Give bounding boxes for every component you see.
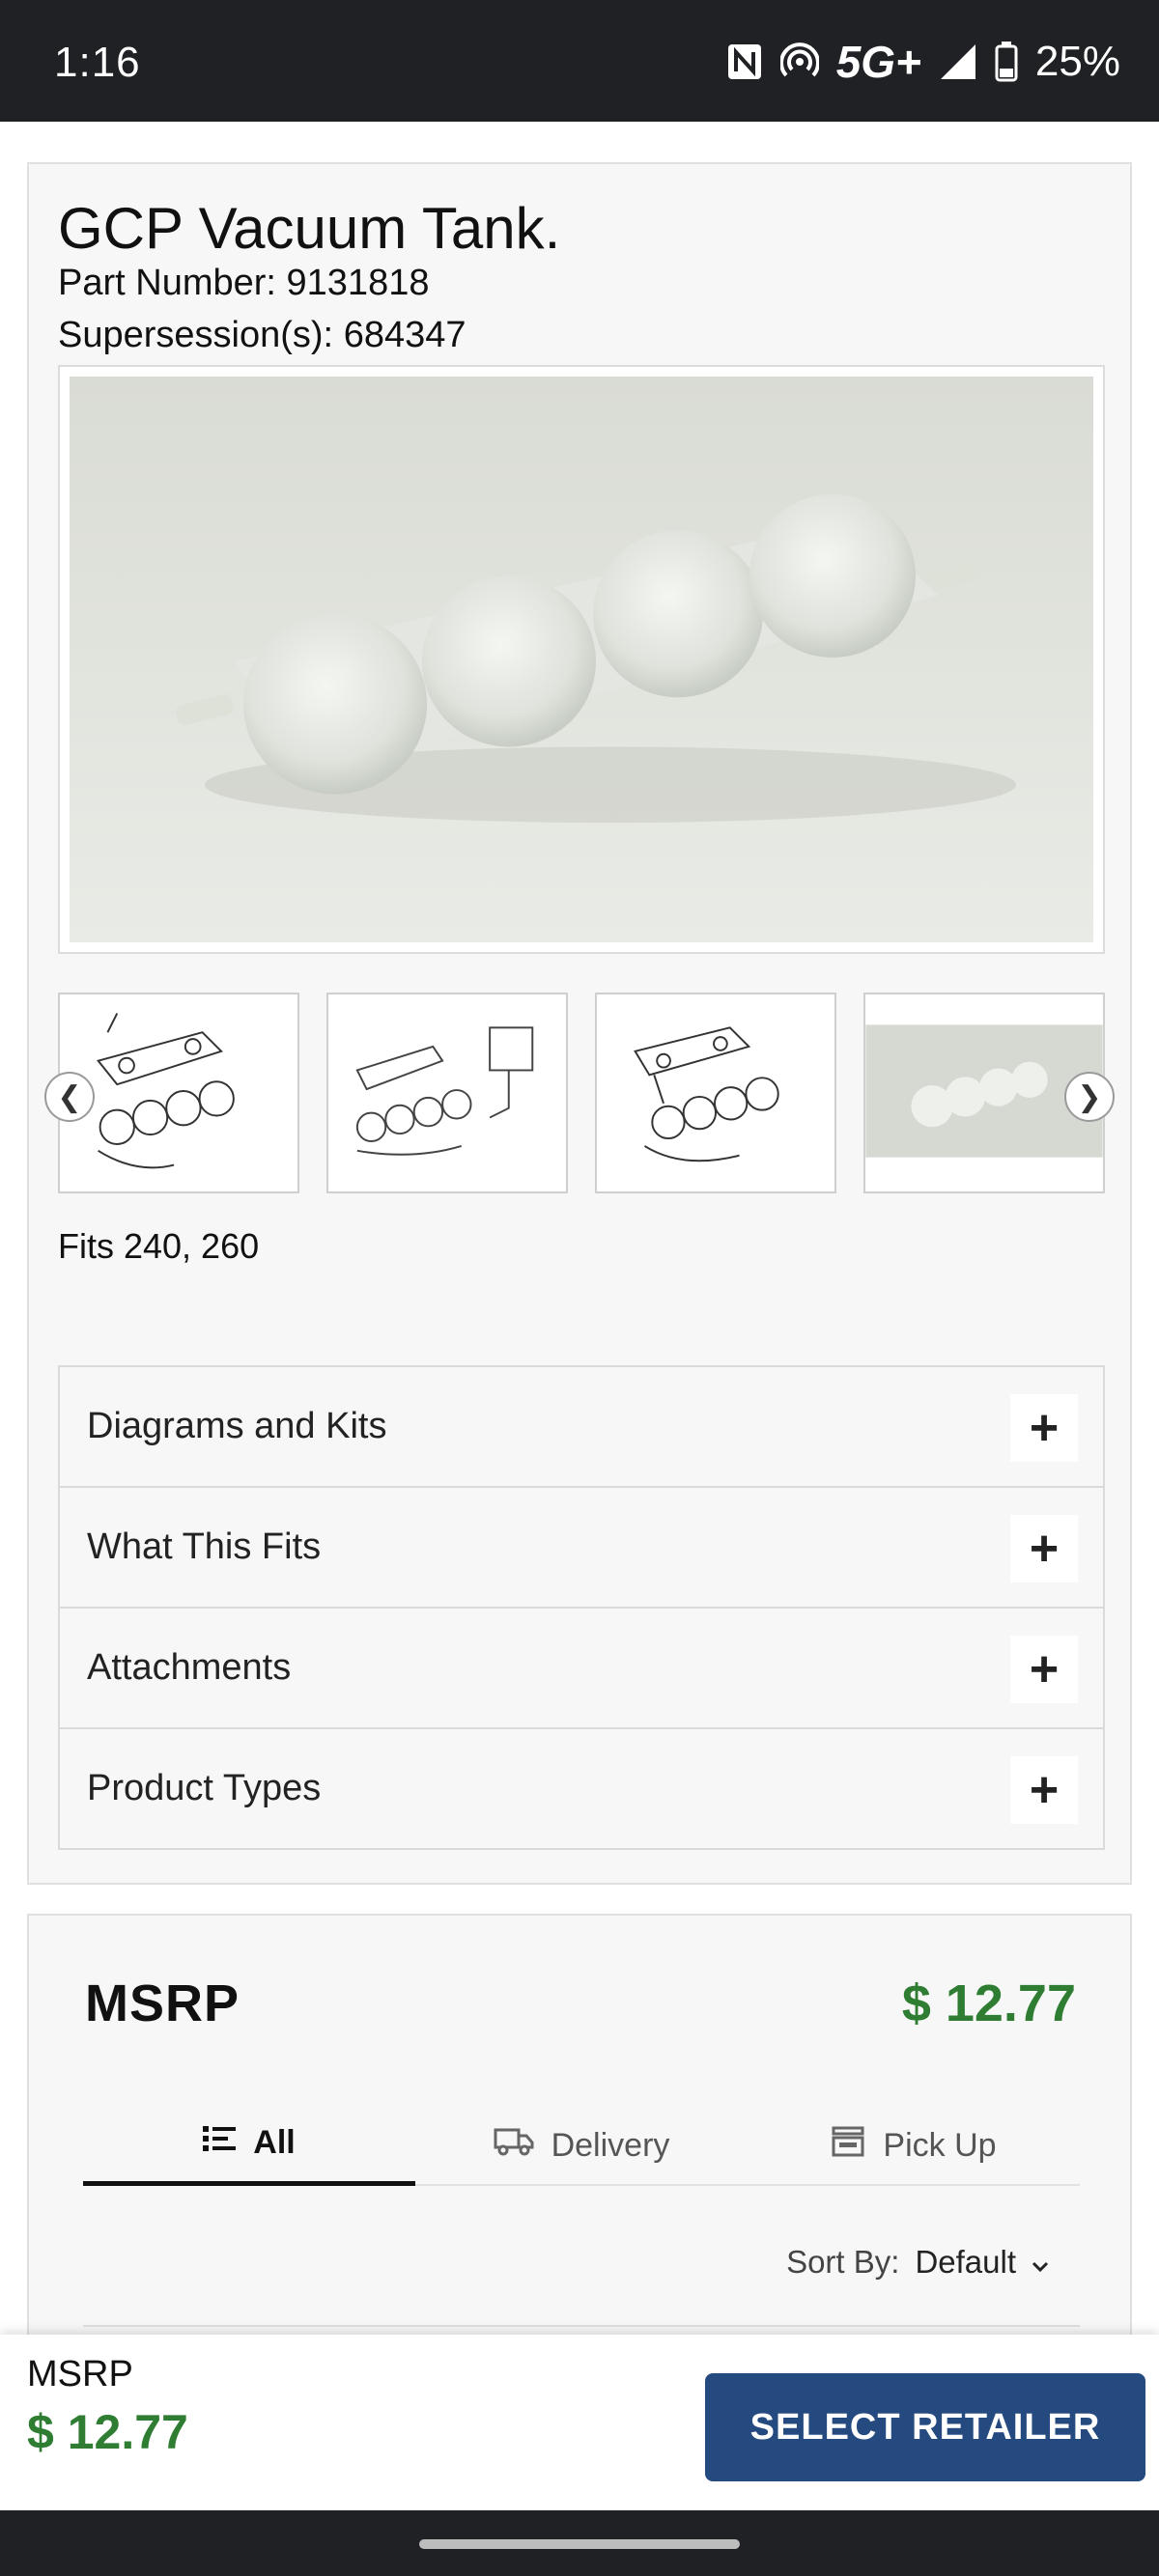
thumbnail-diagram-3[interactable] — [595, 993, 836, 1193]
carousel-prev-button[interactable]: ❮ — [44, 1072, 95, 1122]
msrp-price: $ 12.77 — [901, 1974, 1076, 2032]
plus-icon[interactable]: + — [1010, 1636, 1078, 1703]
accordion-attachments[interactable]: Attachments + — [58, 1607, 1105, 1729]
tab-label: Delivery — [551, 2126, 670, 2164]
status-bar: 1:16 5G+ 25% — [0, 0, 1159, 122]
product-card: GCP Vacuum Tank. Part Number: 9131818 Su… — [27, 162, 1132, 1885]
supersession: Supersession(s): 684347 — [58, 315, 466, 356]
bottom-msrp-label: MSRP — [27, 2354, 133, 2394]
battery-percent: 25% — [1034, 38, 1120, 85]
part-number-value: 9131818 — [286, 263, 430, 303]
accordion-diagrams-and-kits[interactable]: Diagrams and Kits + — [58, 1365, 1105, 1488]
sort-control[interactable]: Sort By: Default — [786, 2244, 1049, 2281]
sort-value: Default — [915, 2244, 1016, 2280]
plus-icon[interactable]: + — [1010, 1515, 1078, 1582]
tab-all[interactable]: All — [83, 2105, 415, 2186]
accordion: Diagrams and Kits + What This Fits + Att… — [58, 1365, 1105, 1850]
chevron-down-icon — [1032, 2244, 1049, 2281]
truck-icon — [494, 2126, 534, 2166]
main-product-image[interactable] — [58, 365, 1105, 954]
select-retailer-button[interactable]: SELECT RETAILER — [705, 2373, 1145, 2481]
battery-icon — [995, 42, 1018, 82]
nfc-icon — [726, 42, 763, 81]
chevron-right-icon: ❯ — [1077, 1080, 1102, 1113]
msrp-label: MSRP — [85, 1974, 240, 2032]
part-number-label: Part Number: — [58, 263, 276, 303]
product-title: GCP Vacuum Tank. — [58, 196, 561, 261]
tab-delivery[interactable]: Delivery — [415, 2105, 748, 2186]
bottom-msrp-price: $ 12.77 — [27, 2405, 188, 2459]
status-time: 1:16 — [54, 39, 141, 86]
list-icon — [203, 2124, 237, 2162]
home-gesture-handle[interactable] — [419, 2539, 740, 2549]
store-icon — [831, 2126, 865, 2166]
plus-icon[interactable]: + — [1010, 1756, 1078, 1824]
hotspot-icon — [779, 42, 819, 81]
accordion-label: Attachments — [87, 1647, 292, 1688]
accordion-label: What This Fits — [87, 1526, 322, 1567]
fits-text: Fits 240, 260 — [58, 1226, 260, 1266]
tab-label: All — [253, 2124, 296, 2161]
accordion-what-this-fits[interactable]: What This Fits + — [58, 1486, 1105, 1609]
bottom-price-bar: MSRP $ 12.77 SELECT RETAILER — [0, 2335, 1159, 2510]
sort-label: Sort By: — [786, 2244, 900, 2280]
thumbnail-diagram-2[interactable] — [326, 993, 568, 1193]
supersession-label: Supersession(s): — [58, 315, 334, 355]
plus-icon[interactable]: + — [1010, 1394, 1078, 1462]
accordion-label: Diagrams and Kits — [87, 1406, 387, 1446]
divider — [83, 2325, 1080, 2327]
carousel-next-button[interactable]: ❯ — [1064, 1072, 1115, 1122]
thumbnail-strip — [58, 993, 1105, 1195]
accordion-product-types[interactable]: Product Types + — [58, 1727, 1105, 1850]
status-icons: 5G+ 25% — [726, 35, 1120, 89]
system-nav-bar — [0, 2510, 1159, 2576]
part-number: Part Number: 9131818 — [58, 263, 429, 304]
tab-label: Pick Up — [883, 2126, 997, 2164]
network-type: 5G+ — [835, 37, 921, 87]
supersession-value: 684347 — [343, 315, 466, 355]
chevron-left-icon: ❮ — [57, 1080, 82, 1113]
retailer-tabs: All Delivery Pick Up — [83, 2105, 1080, 2186]
tab-pick-up[interactable]: Pick Up — [748, 2105, 1080, 2186]
signal-icon — [939, 42, 977, 81]
accordion-label: Product Types — [87, 1768, 322, 1808]
